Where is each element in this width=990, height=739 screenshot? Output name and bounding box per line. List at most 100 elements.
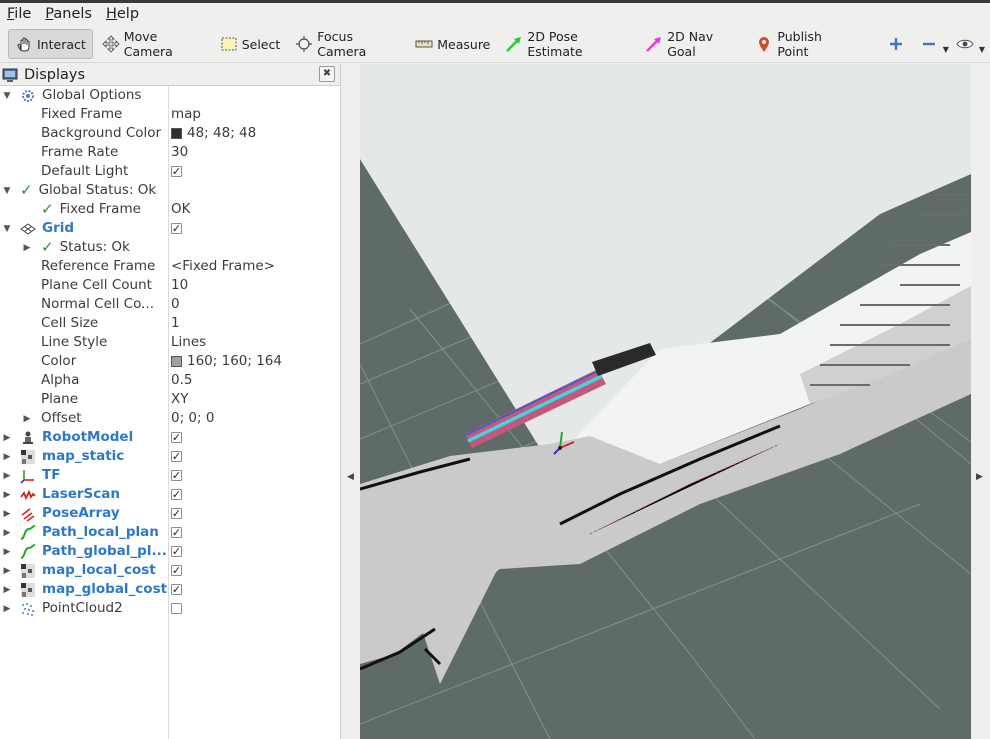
panel-splitter[interactable]: ◀	[341, 64, 360, 739]
add-tool-button[interactable]	[881, 29, 915, 59]
offset-value[interactable]: 0; 0; 0	[171, 409, 214, 428]
path-global-plan-checkbox[interactable]	[171, 546, 182, 557]
expanded-arrow-icon[interactable]: ▼	[2, 219, 12, 238]
collapsed-arrow-icon[interactable]: ▶	[2, 542, 12, 561]
tree-row-grid-status[interactable]: ▶ ✓ Status: Ok	[0, 238, 340, 257]
grid-color-value[interactable]: 160; 160; 164	[187, 352, 282, 371]
tree-row-background-color[interactable]: Background Color 48; 48; 48	[0, 124, 340, 143]
laser-scan-label: LaserScan	[42, 486, 121, 502]
close-panel-button[interactable]: ✖	[319, 66, 335, 82]
tree-row-line-style[interactable]: Line Style Lines	[0, 333, 340, 352]
map-local-cost-checkbox[interactable]	[171, 565, 182, 576]
fixed-frame-label: Fixed Frame	[41, 106, 123, 122]
collapsed-arrow-icon[interactable]: ▶	[2, 523, 12, 542]
render-viewport[interactable]	[360, 64, 971, 739]
alpha-label: Alpha	[41, 372, 80, 388]
collapsed-arrow-icon[interactable]: ▶	[2, 561, 12, 580]
tree-row-default-light[interactable]: Default Light	[0, 162, 340, 181]
collapsed-arrow-icon[interactable]: ▶	[2, 466, 12, 485]
expanded-arrow-icon[interactable]: ▼	[2, 181, 12, 200]
tree-row-path-global-plan[interactable]: ▶ Path_global_pl...	[0, 542, 340, 561]
path-local-plan-checkbox[interactable]	[171, 527, 182, 538]
tree-row-pose-array[interactable]: ▶ PoseArray	[0, 504, 340, 523]
tree-row-global-status[interactable]: ▼ ✓ Global Status: Ok	[0, 181, 340, 200]
collapsed-arrow-icon[interactable]: ▶	[2, 485, 12, 504]
tree-row-map-static[interactable]: ▶ map_static	[0, 447, 340, 466]
tree-row-point-cloud2[interactable]: ▶ PointCloud2	[0, 599, 340, 618]
expand-right-arrow-icon[interactable]: ▶	[976, 472, 983, 482]
collapsed-arrow-icon[interactable]: ▶	[2, 504, 12, 523]
ruler-icon	[415, 35, 433, 53]
cell-size-value[interactable]: 1	[171, 314, 180, 333]
background-color-label: Background Color	[41, 125, 162, 141]
tree-row-alpha[interactable]: Alpha 0.5	[0, 371, 340, 390]
collapsed-arrow-icon[interactable]: ▶	[2, 428, 12, 447]
path-local-plan-label: Path_local_plan	[42, 524, 159, 540]
tf-checkbox[interactable]	[171, 470, 182, 481]
grid-enabled-checkbox[interactable]	[171, 223, 182, 234]
normal-cell-count-value[interactable]: 0	[171, 295, 180, 314]
map-icon	[20, 563, 36, 579]
tree-row-offset[interactable]: ▶ Offset 0; 0; 0	[0, 409, 340, 428]
map-global-cost-checkbox[interactable]	[171, 584, 182, 595]
plane-value[interactable]: XY	[171, 390, 189, 409]
publish-point-tool-button[interactable]: Publish Point	[749, 29, 857, 59]
collapsed-arrow-icon[interactable]: ▶	[22, 409, 32, 428]
tree-row-frame-rate[interactable]: Frame Rate 30	[0, 143, 340, 162]
background-color-swatch[interactable]	[171, 128, 182, 139]
robot-model-checkbox[interactable]	[171, 432, 182, 443]
expanded-arrow-icon[interactable]: ▼	[2, 86, 12, 105]
focus-camera-tool-button[interactable]: Focus Camera	[289, 29, 406, 59]
tree-row-path-local-plan[interactable]: ▶ Path_local_plan	[0, 523, 340, 542]
grid-color-swatch[interactable]	[171, 356, 182, 367]
tree-row-plane[interactable]: Plane XY	[0, 390, 340, 409]
close-icon: ✖	[322, 68, 332, 79]
select-tool-button[interactable]: Select	[214, 29, 287, 59]
plane-cell-count-value[interactable]: 10	[171, 276, 188, 295]
tree-row-map-global-cost[interactable]: ▶ map_global_cost	[0, 580, 340, 599]
menu-file[interactable]: File	[0, 6, 38, 22]
menu-help[interactable]: Help	[99, 6, 146, 22]
tree-row-cell-size[interactable]: Cell Size 1	[0, 314, 340, 333]
robot-model-icon	[20, 430, 36, 446]
tree-row-fixed-frame[interactable]: Fixed Frame map	[0, 105, 340, 124]
interact-tool-button[interactable]: Interact	[8, 29, 93, 59]
frame-rate-value[interactable]: 30	[171, 143, 188, 162]
right-dock-strip[interactable]: ▶	[971, 64, 990, 739]
background-color-value[interactable]: 48; 48; 48	[187, 124, 256, 143]
collapsed-arrow-icon[interactable]: ▶	[2, 447, 12, 466]
cell-size-label: Cell Size	[41, 315, 99, 331]
tree-row-laser-scan[interactable]: ▶ LaserScan	[0, 485, 340, 504]
tree-row-reference-frame[interactable]: Reference Frame <Fixed Frame>	[0, 257, 340, 276]
reference-frame-value[interactable]: <Fixed Frame>	[171, 257, 275, 276]
tree-row-normal-cell-count[interactable]: Normal Cell Co... 0	[0, 295, 340, 314]
fixed-frame-value[interactable]: map	[171, 105, 201, 124]
pose-array-checkbox[interactable]	[171, 508, 182, 519]
collapse-left-arrow-icon[interactable]: ◀	[347, 472, 354, 482]
alpha-value[interactable]: 0.5	[171, 371, 192, 390]
move-camera-tool-button[interactable]: Move Camera	[96, 29, 211, 59]
nav-goal-tool-button[interactable]: 2D Nav Goal	[639, 29, 746, 59]
point-cloud2-checkbox[interactable]	[171, 603, 182, 614]
tree-row-status-fixed-frame[interactable]: ✓ Fixed Frame OK	[0, 200, 340, 219]
tree-row-tf[interactable]: ▶ TF	[0, 466, 340, 485]
laser-scan-checkbox[interactable]	[171, 489, 182, 500]
default-light-checkbox[interactable]	[171, 166, 182, 177]
tree-row-color[interactable]: Color 160; 160; 164	[0, 352, 340, 371]
collapsed-arrow-icon[interactable]: ▶	[22, 238, 32, 257]
map-static-checkbox[interactable]	[171, 451, 182, 462]
menu-panels[interactable]: Panels	[38, 6, 99, 22]
line-style-value[interactable]: Lines	[171, 333, 206, 352]
status-ok-check-icon: ✓	[41, 238, 54, 256]
tree-row-global-options[interactable]: ▼ Global Options	[0, 86, 340, 105]
tree-row-plane-cell-count[interactable]: Plane Cell Count 10	[0, 276, 340, 295]
collapsed-arrow-icon[interactable]: ▶	[2, 580, 12, 599]
collapsed-arrow-icon[interactable]: ▶	[2, 599, 12, 618]
tree-row-map-local-cost[interactable]: ▶ map_local_cost	[0, 561, 340, 580]
tool-properties-button[interactable]: ▼	[954, 29, 987, 59]
tree-row-robot-model[interactable]: ▶ RobotModel	[0, 428, 340, 447]
measure-tool-button[interactable]: Measure	[409, 29, 496, 59]
pose-estimate-tool-button[interactable]: 2D Pose Estimate	[499, 29, 636, 59]
remove-tool-button[interactable]: ▼	[918, 29, 951, 59]
tree-row-grid[interactable]: ▼ Grid	[0, 219, 340, 238]
